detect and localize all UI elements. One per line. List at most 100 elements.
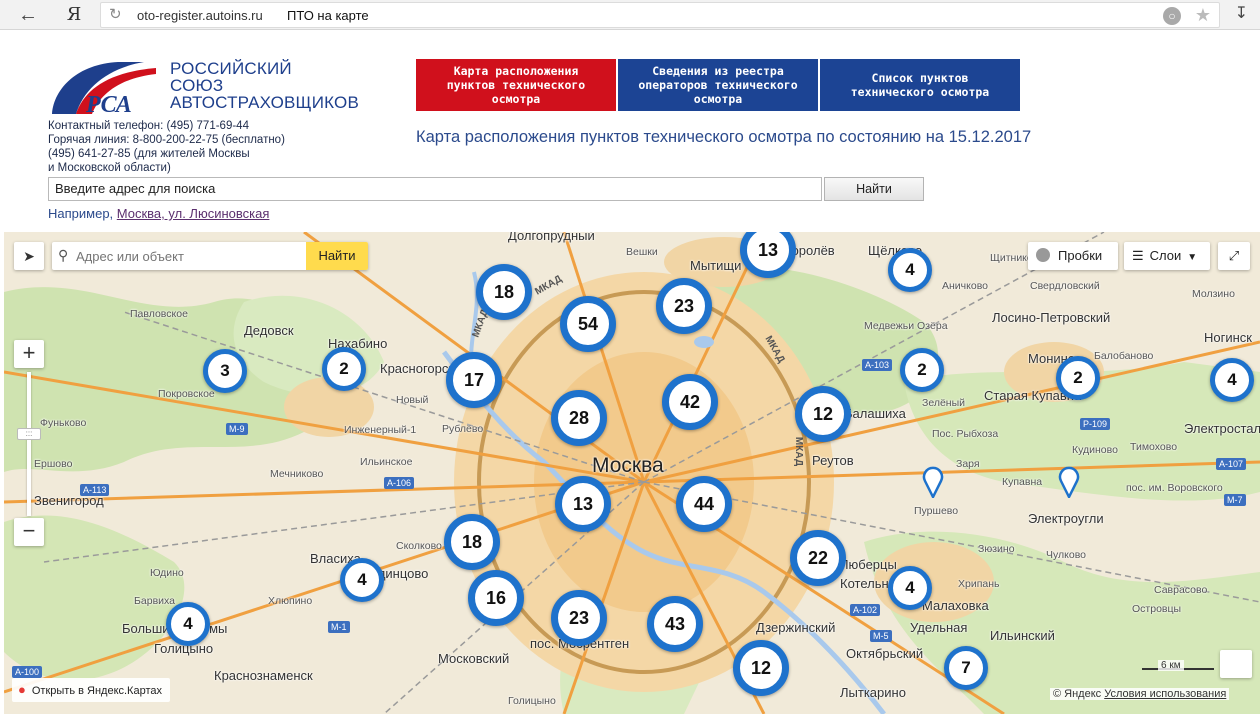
cluster-marker[interactable]: 44 — [676, 476, 732, 532]
cluster-marker[interactable]: 4 — [1210, 358, 1254, 402]
nav-list-button[interactable]: Список пунктов технического осмотра — [820, 59, 1020, 111]
cluster-marker[interactable]: 16 — [468, 570, 524, 626]
cluster-marker[interactable]: 13 — [555, 476, 611, 532]
road-badge: A-102 — [850, 604, 881, 616]
cluster-marker[interactable]: 18 — [476, 264, 532, 320]
place-label: Удельная — [910, 620, 968, 635]
place-label: Молзино — [1192, 288, 1235, 300]
map-search-input[interactable] — [74, 242, 306, 270]
place-label: Кудиново — [1072, 444, 1118, 456]
open-in-yandex-label: Открыть в Яндекс.Картах — [31, 685, 162, 697]
place-label: Хрипань — [958, 578, 1000, 590]
reload-icon[interactable]: ↻ — [109, 5, 122, 23]
road-badge: A-103 — [862, 359, 893, 371]
contact-info: Контактный телефон: (495) 771-69-44 Горя… — [48, 119, 285, 175]
place-label: Новый — [396, 394, 429, 406]
cluster-marker[interactable]: 4 — [340, 558, 384, 602]
terms-link[interactable]: Условия использования — [1104, 688, 1226, 700]
cluster-marker[interactable]: 43 — [647, 596, 703, 652]
place-label: Покровское — [158, 388, 215, 400]
map-copyright: © Яндекс Условия использования — [1050, 688, 1230, 700]
cluster-marker[interactable]: 7 — [944, 646, 988, 690]
back-arrow-icon[interactable]: ← — [14, 3, 42, 27]
cluster-marker[interactable]: 23 — [551, 590, 607, 646]
place-label: Балобаново — [1094, 350, 1154, 362]
zoom-slider-handle[interactable]: ::: — [17, 428, 41, 440]
cluster-marker[interactable]: 12 — [795, 386, 851, 442]
search-engine-button[interactable]: Я — [62, 3, 86, 27]
map-search-button[interactable]: Найти — [306, 242, 368, 270]
map-pin-icon[interactable] — [1058, 464, 1080, 498]
road-badge: M-1 — [328, 621, 350, 633]
cluster-marker[interactable]: 28 — [551, 390, 607, 446]
contact-moscow-phone: (495) 641-27-85 (для жителей Москвы — [48, 148, 250, 160]
place-label: Барвиха — [134, 595, 175, 607]
example-link[interactable]: Москва, ул. Люсиновская — [117, 206, 270, 221]
place-label: Дедовск — [244, 323, 294, 338]
layers-icon: ☰ — [1132, 248, 1144, 263]
nav-registry-button[interactable]: Сведения из реестра операторов техническ… — [618, 59, 818, 111]
cluster-marker[interactable]: 4 — [888, 248, 932, 292]
geolocation-icon[interactable]: ➤ — [14, 242, 44, 270]
fullscreen-icon[interactable]: ⤢ — [1218, 242, 1250, 270]
cluster-marker[interactable]: 2 — [1056, 356, 1100, 400]
yandex-pin-icon: ● — [18, 682, 26, 697]
rsa-logo-mark[interactable]: РСА — [48, 58, 160, 118]
cluster-marker[interactable]: 17 — [446, 352, 502, 408]
cluster-marker[interactable]: 23 — [656, 278, 712, 334]
page-subtitle: Карта расположения пунктов технического … — [416, 128, 1032, 146]
address-search-input[interactable]: Введите адрес для поиска — [48, 177, 822, 201]
zoom-out-button[interactable]: − — [14, 518, 44, 546]
search-example: Например, Москва, ул. Люсиновская — [48, 206, 269, 221]
contact-phone: Контактный телефон: (495) 771-69-44 — [48, 120, 249, 132]
globe-icon[interactable]: ○ — [1163, 7, 1181, 25]
ruler-icon[interactable] — [1220, 650, 1252, 678]
cluster-marker[interactable]: 42 — [662, 374, 718, 430]
place-label: Люберцы — [840, 557, 897, 572]
road-badge: A-106 — [384, 477, 415, 489]
traffic-button[interactable]: Пробки — [1028, 242, 1118, 270]
cluster-marker[interactable]: 18 — [444, 514, 500, 570]
logo-line-2: СОЮЗ — [170, 76, 224, 95]
road-badge: A-107 — [1216, 458, 1247, 470]
place-label: Октябрьский — [846, 646, 924, 661]
place-label: Свердловский — [1030, 280, 1100, 292]
zoom-in-button[interactable]: + — [14, 340, 44, 368]
cluster-marker[interactable]: 4 — [166, 602, 210, 646]
road-badge: M-9 — [226, 423, 248, 435]
address-domain: oto-register.autoins.ru — [137, 8, 263, 23]
traffic-icon — [1036, 248, 1050, 262]
place-label: Зелёный — [922, 397, 966, 409]
road-badge: A-100 — [12, 666, 43, 678]
map-pin-icon[interactable] — [922, 464, 944, 498]
address-bar[interactable]: ↻ oto-register.autoins.ru ПТО на карте ○… — [100, 2, 1220, 28]
place-label: Электроугли — [1028, 511, 1104, 526]
cluster-marker[interactable]: 2 — [900, 348, 944, 392]
layers-button[interactable]: ☰ Слои ▼ — [1124, 242, 1210, 270]
cluster-marker[interactable]: 4 — [888, 566, 932, 610]
place-label: Зюзино — [978, 543, 1015, 555]
place-label: Ногинск — [1204, 330, 1252, 345]
map-scale: 6 км — [1142, 660, 1232, 676]
cluster-marker[interactable]: 3 — [203, 349, 247, 393]
place-label: Чулково — [1046, 549, 1086, 561]
contact-hotline: Горячая линия: 8-800-200-22-75 (бесплатн… — [48, 134, 285, 146]
place-label: Московский — [438, 651, 510, 666]
traffic-label: Пробки — [1058, 248, 1103, 263]
cluster-marker[interactable]: 54 — [560, 296, 616, 352]
download-icon[interactable]: ↧ — [1235, 3, 1248, 23]
place-label: Краснознаменск — [214, 668, 313, 683]
nav-map-button[interactable]: Карта расположения пунктов технического … — [416, 59, 616, 111]
address-search-button[interactable]: Найти — [824, 177, 924, 201]
place-label: Вешки — [626, 246, 658, 258]
cluster-marker[interactable]: 22 — [790, 530, 846, 586]
star-icon[interactable]: ★ — [1195, 5, 1211, 26]
place-label-moscow: Москва — [592, 454, 664, 477]
open-in-yandex-link[interactable]: ● Открыть в Яндекс.Картах — [12, 678, 170, 702]
zoom-slider-track[interactable] — [27, 372, 31, 516]
cluster-marker[interactable]: 2 — [322, 347, 366, 391]
cluster-marker[interactable]: 12 — [733, 640, 789, 696]
yandex-map[interactable]: Долгопрудный Мытищи Щёлково Королёв Дедо… — [4, 232, 1260, 714]
rsa-abbr: РСА — [85, 92, 132, 118]
road-badge: M-7 — [1224, 494, 1246, 506]
